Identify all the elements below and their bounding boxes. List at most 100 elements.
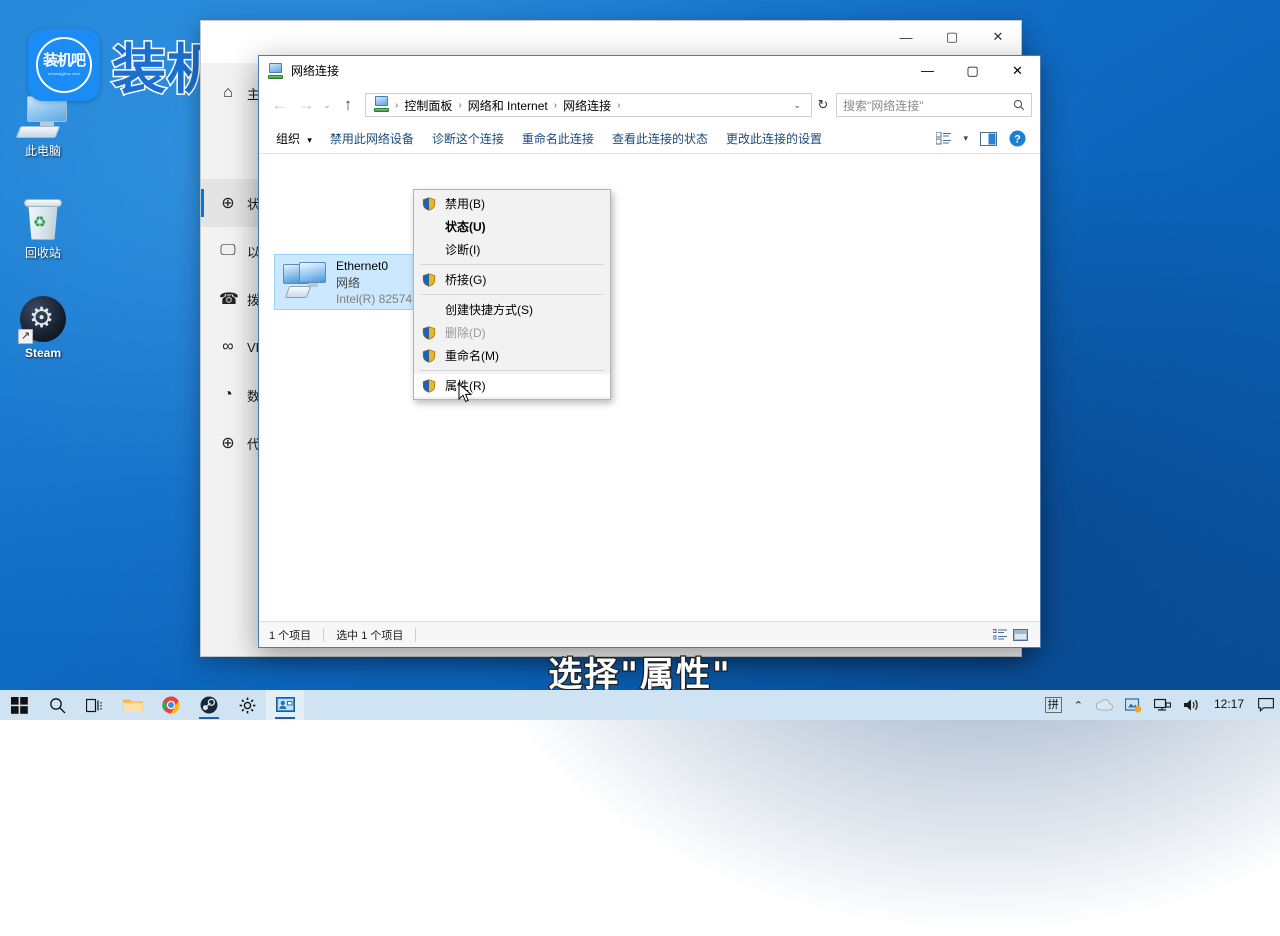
steam-icon [200, 696, 218, 714]
change-view-icon[interactable] [930, 129, 957, 148]
command-toolbar[interactable]: 组织 ▾ 禁用此网络设备 诊断这个连接 重命名此连接 查看此连接的状态 更改此连… [259, 124, 1040, 154]
context-menu-separator [420, 264, 604, 265]
chrome-button[interactable] [152, 690, 190, 720]
organize-label: 组织 [276, 132, 300, 146]
breadcrumb-item-network-connections[interactable]: 网络连接 [559, 97, 615, 114]
ime-indicator[interactable]: 拼 [1045, 697, 1062, 713]
details-view-button[interactable] [990, 626, 1010, 644]
breadcrumb-separator: › [552, 100, 559, 111]
breadcrumb-item-network-internet[interactable]: 网络和 Internet [464, 97, 552, 114]
context-menu-label: 诊断(I) [445, 241, 480, 258]
explorer-titlebar[interactable]: 网络连接 — ▢ ✕ [259, 56, 1040, 86]
network-icon[interactable] [1148, 698, 1177, 712]
recent-locations-button[interactable]: ⌄ [319, 92, 335, 118]
large-icons-view-button[interactable] [1010, 626, 1030, 644]
vpn-icon: ∞ [219, 338, 237, 356]
clock[interactable]: 12:17 [1206, 698, 1252, 711]
context-menu-item-create-shortcut[interactable]: 创建快捷方式(S) [414, 298, 610, 321]
context-menu-item-disable[interactable]: 禁用(B) [414, 192, 610, 215]
close-button[interactable]: ✕ [995, 56, 1040, 86]
taskbar[interactable]: 拼 ⌃ [0, 690, 1280, 720]
address-dropdown-icon[interactable]: ⌄ [787, 100, 807, 111]
desktop-icon-this-pc[interactable]: 此电脑 [0, 96, 86, 159]
maximize-button[interactable]: ▢ [950, 56, 995, 86]
home-icon: ⌂ [219, 84, 237, 102]
view-dropdown-icon[interactable]: ▾ [957, 130, 974, 147]
up-button[interactable]: ↑ [335, 92, 361, 118]
dialup-icon: ☎ [219, 289, 237, 309]
breadcrumb-separator: › [615, 100, 622, 111]
selection-count: 选中 1 个项目 [336, 627, 415, 643]
settings-maximize-button[interactable]: ▢ [929, 21, 975, 53]
show-hidden-icons-button[interactable]: ⌃ [1068, 699, 1089, 712]
subtitle-text: 选择"属性" [0, 647, 1280, 696]
context-menu[interactable]: 禁用(B) 状态(U) 诊断(I) 桥接(G) 创建快捷方式(S) 删除(D) … [413, 189, 611, 400]
settings-close-button[interactable]: ✕ [975, 21, 1021, 53]
windows-logo-icon [11, 697, 28, 714]
notifications-icon[interactable] [1252, 698, 1280, 712]
context-menu-item-properties[interactable]: 属性(R) [414, 374, 610, 397]
context-menu-item-diagnose[interactable]: 诊断(I) [414, 238, 610, 261]
steam-button[interactable] [190, 690, 228, 720]
steam-icon: ⚙ ↗ [20, 296, 66, 342]
search-icon [49, 697, 66, 714]
disable-device-button[interactable]: 禁用此网络设备 [321, 126, 423, 151]
shortcut-arrow-icon: ↗ [18, 329, 33, 344]
search-input[interactable]: 搜索"网络连接" [836, 93, 1032, 117]
search-button[interactable] [38, 690, 76, 720]
network-connections-window[interactable]: 网络连接 — ▢ ✕ ← → ⌄ ↑ › 控制面板 › 网络和 Internet… [258, 55, 1041, 648]
preview-pane-icon[interactable] [974, 129, 1003, 149]
shield-icon [422, 273, 436, 287]
minimize-button[interactable]: — [905, 56, 950, 86]
svg-text:?: ? [1014, 134, 1021, 146]
connection-name: Ethernet0 [336, 259, 419, 273]
context-menu-item-status[interactable]: 状态(U) [414, 215, 610, 238]
recycle-bin-icon: ♻ [20, 196, 66, 242]
watermark-badge-sub: zhuangjiba.com [48, 71, 80, 76]
onedrive-icon[interactable] [1089, 699, 1119, 711]
desktop-icon-recycle-bin[interactable]: ♻ 回收站 [0, 196, 86, 261]
context-menu-separator [420, 370, 604, 371]
settings-minimize-button[interactable]: — [883, 21, 929, 53]
diagnose-connection-button[interactable]: 诊断这个连接 [423, 126, 513, 151]
task-view-button[interactable] [76, 690, 114, 720]
connections-list[interactable]: Ethernet0 网络 Intel(R) 82574L [259, 154, 1040, 621]
desktop[interactable]: 装机吧 zhuangjiba.com 装机吧 此电脑 ♻ 回收站 ⚙ ↗ Ste… [0, 0, 1280, 720]
rename-connection-button[interactable]: 重命名此连接 [513, 126, 603, 151]
breadcrumb-item-control-panel[interactable]: 控制面板 [400, 97, 456, 114]
breadcrumb-root-icon [370, 95, 393, 115]
desktop-icon-label: 此电脑 [25, 144, 61, 159]
context-menu-label: 删除(D) [445, 324, 486, 341]
network-adapter-icon [283, 262, 327, 302]
system-tray[interactable]: 拼 ⌃ [1039, 690, 1280, 720]
shield-icon [422, 349, 436, 363]
network-connections-button[interactable] [266, 690, 304, 720]
context-menu-separator [420, 294, 604, 295]
change-settings-button[interactable]: 更改此连接的设置 [717, 126, 831, 151]
context-menu-label: 创建快捷方式(S) [445, 301, 533, 318]
volume-icon[interactable] [1177, 698, 1206, 712]
chevron-down-icon: ▾ [307, 135, 312, 145]
context-menu-item-bridge[interactable]: 桥接(G) [414, 268, 610, 291]
file-explorer-button[interactable] [114, 690, 152, 720]
desktop-icon-steam[interactable]: ⚙ ↗ Steam [0, 296, 86, 361]
shield-icon [422, 197, 436, 211]
view-status-button[interactable]: 查看此连接的状态 [603, 126, 717, 151]
context-menu-item-rename[interactable]: 重命名(M) [414, 344, 610, 367]
item-count: 1 个项目 [269, 627, 323, 643]
help-icon[interactable]: ? [1003, 127, 1032, 150]
start-button[interactable] [0, 690, 38, 720]
breadcrumb[interactable]: › 控制面板 › 网络和 Internet › 网络连接 › ⌄ [365, 93, 812, 117]
address-bar[interactable]: ← → ⌄ ↑ › 控制面板 › 网络和 Internet › 网络连接 › ⌄… [259, 86, 1040, 124]
status-divider [415, 628, 416, 642]
context-menu-item-delete: 删除(D) [414, 321, 610, 344]
sync-icon[interactable] [1119, 698, 1148, 713]
refresh-button[interactable]: ↻ [812, 93, 834, 117]
connection-status: 网络 [336, 274, 419, 291]
settings-button[interactable] [228, 690, 266, 720]
organize-button[interactable]: 组织 ▾ [267, 126, 321, 151]
forward-button[interactable]: → [293, 92, 319, 118]
watermark-badge: 装机吧 zhuangjiba.com [28, 29, 100, 101]
back-button[interactable]: ← [267, 92, 293, 118]
desktop-icon-label: 回收站 [25, 246, 61, 261]
